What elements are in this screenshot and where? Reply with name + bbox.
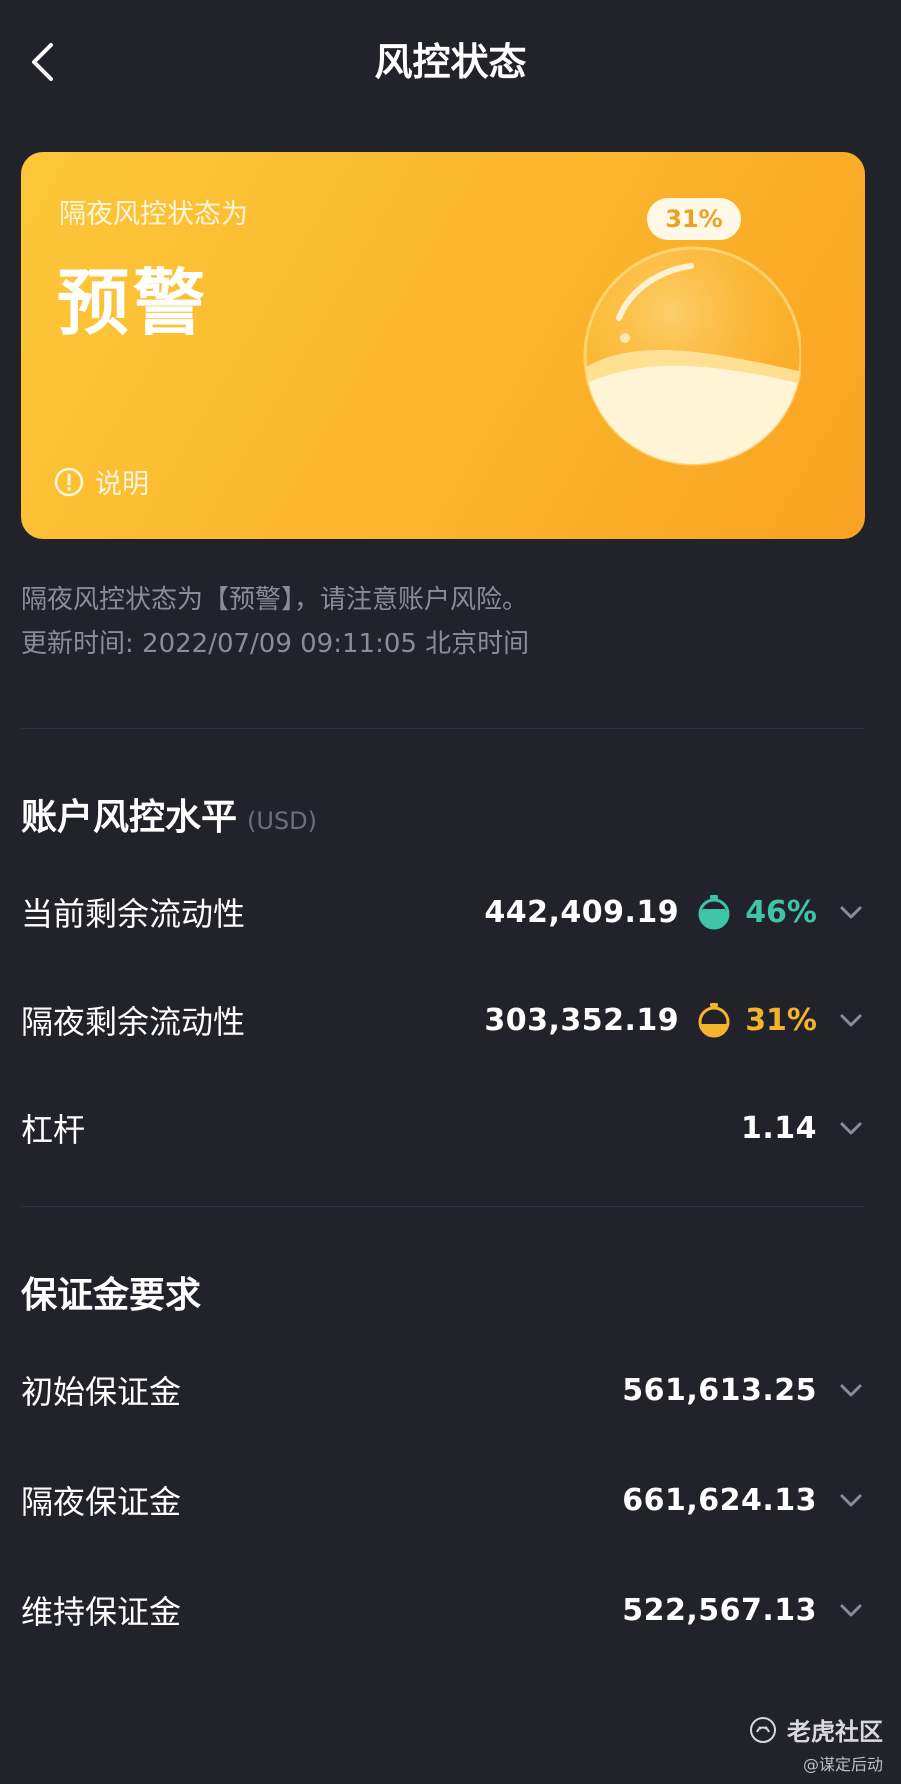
row-percent: 31%: [745, 1002, 817, 1038]
bubble-percent-badge: 31%: [647, 198, 741, 240]
risk-section-title: 账户风控水平 (USD): [21, 788, 317, 840]
chevron-down-icon[interactable]: [837, 1486, 865, 1514]
divider: [21, 1206, 865, 1207]
currency-unit: (USD): [247, 807, 318, 835]
chevron-down-icon[interactable]: [837, 1006, 865, 1034]
help-label: 说明: [95, 469, 149, 500]
watermark-author: @谋定后动: [802, 1755, 883, 1774]
chevron-down-icon[interactable]: [837, 1376, 865, 1404]
chevron-down-icon[interactable]: [837, 1596, 865, 1624]
margin-section-title: 保证金要求: [21, 1275, 202, 1316]
row-label: 隔夜剩余流动性: [21, 1003, 246, 1041]
help-link[interactable]: 说明: [53, 462, 149, 501]
row-value: 442,409.19: [484, 894, 680, 930]
chevron-down-icon[interactable]: [837, 898, 865, 926]
chevron-down-icon[interactable]: [837, 1114, 865, 1142]
overnight-margin-row[interactable]: 隔夜保证金 661,624.13: [21, 1470, 865, 1530]
card-subtitle: 隔夜风控状态为: [59, 199, 248, 230]
risk-section-title-text: 账户风控水平: [21, 797, 238, 838]
row-percent: 46%: [745, 894, 817, 930]
gauge-icon: [698, 895, 730, 930]
update-time: 更新时间: 2022/07/09 09:11:05 北京时间: [21, 629, 530, 659]
watermark-brand: 老虎社区: [787, 1718, 883, 1746]
row-label: 杠杆: [21, 1111, 86, 1149]
risk-status-card: 隔夜风控状态为 预警 31% 说明: [21, 152, 865, 539]
row-value: 661,624.13: [622, 1482, 817, 1518]
row-label: 隔夜保证金: [21, 1483, 182, 1521]
row-label: 初始保证金: [21, 1373, 182, 1411]
page-title: 风控状态: [374, 40, 527, 84]
row-label: 维持保证金: [21, 1593, 182, 1631]
risk-status-label: 预警: [57, 261, 210, 345]
divider: [21, 728, 865, 729]
current-liquidity-row[interactable]: 当前剩余流动性 442,409.19 46%: [21, 882, 865, 942]
leverage-row[interactable]: 杠杆 1.14: [21, 1098, 865, 1158]
info-circle-icon: [54, 467, 84, 496]
gauge-icon: [698, 1003, 730, 1038]
row-label: 当前剩余流动性: [21, 895, 246, 933]
tiger-logo-icon: [750, 1716, 776, 1743]
maintenance-margin-row[interactable]: 维持保证金 522,567.13: [21, 1580, 865, 1640]
top-bar: 风控状态: [0, 0, 901, 128]
row-value: 522,567.13: [622, 1592, 817, 1628]
risk-bubble: 31%: [561, 198, 801, 468]
overnight-liquidity-row[interactable]: 隔夜剩余流动性 303,352.19 31%: [21, 990, 865, 1050]
status-info: 隔夜风控状态为【预警】，请注意账户风险。 更新时间: 2022/07/09 09…: [21, 578, 529, 666]
row-value: 561,613.25: [622, 1372, 817, 1408]
row-value: 1.14: [740, 1110, 817, 1146]
status-notice: 隔夜风控状态为【预警】，请注意账户风险。: [21, 585, 529, 615]
initial-margin-row[interactable]: 初始保证金 561,613.25: [21, 1360, 865, 1420]
watermark: 老虎社区 @谋定后动: [749, 1712, 883, 1775]
row-value: 303,352.19: [484, 1002, 680, 1038]
